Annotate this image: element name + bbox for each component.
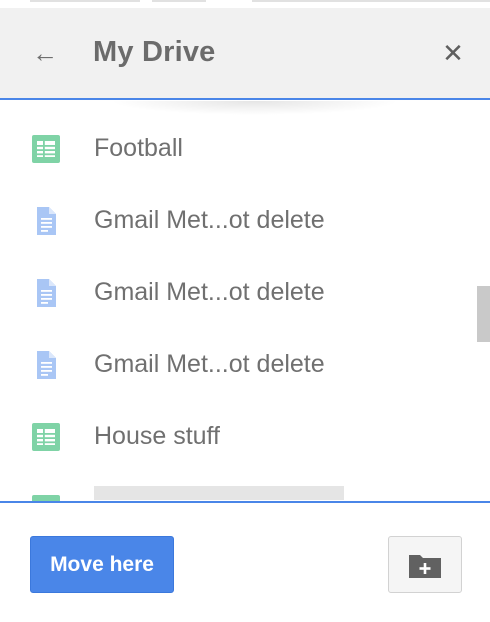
spreadsheet-icon <box>32 135 60 163</box>
document-icon <box>37 207 56 235</box>
document-icon <box>37 279 56 307</box>
list-item[interactable]: Football <box>0 112 470 184</box>
partial-text <box>152 0 206 2</box>
new-folder-button[interactable] <box>388 536 462 593</box>
file-name: Football <box>94 134 183 162</box>
dialog-header: ← My Drive ✕ <box>0 8 490 100</box>
partial-text <box>94 486 344 500</box>
partial-text <box>252 0 490 2</box>
file-name: Gmail Met...ot delete <box>94 206 325 234</box>
spreadsheet-icon <box>32 495 60 501</box>
file-name: Gmail Met...ot delete <box>94 350 325 378</box>
move-here-label: Move here <box>50 552 154 576</box>
top-strip-partial <box>0 0 490 8</box>
close-icon: ✕ <box>442 37 464 68</box>
close-button[interactable]: ✕ <box>438 38 468 68</box>
footer-divider <box>0 501 490 503</box>
document-icon <box>37 351 56 379</box>
partial-text <box>30 0 140 2</box>
spreadsheet-icon <box>32 423 60 451</box>
list-item[interactable]: Gmail Met...ot delete <box>0 184 470 256</box>
move-here-button[interactable]: Move here <box>30 536 174 593</box>
arrow-left-icon: ← <box>32 37 58 68</box>
list-item[interactable]: House stuff <box>0 400 470 472</box>
list-item[interactable]: Gmail Met...ot delete <box>0 328 470 400</box>
list-item[interactable]: Gmail Met...ot delete <box>0 256 470 328</box>
list-item-partial[interactable] <box>0 472 470 501</box>
file-name: Gmail Met...ot delete <box>94 278 325 306</box>
back-button[interactable]: ← <box>30 38 60 68</box>
dialog-title: My Drive <box>93 36 216 68</box>
scrollbar-thumb[interactable] <box>477 286 490 342</box>
new-folder-icon <box>409 554 441 578</box>
file-name: House stuff <box>94 422 221 450</box>
file-list: Football Gmail Met...ot delete Gmail Met… <box>0 102 490 501</box>
